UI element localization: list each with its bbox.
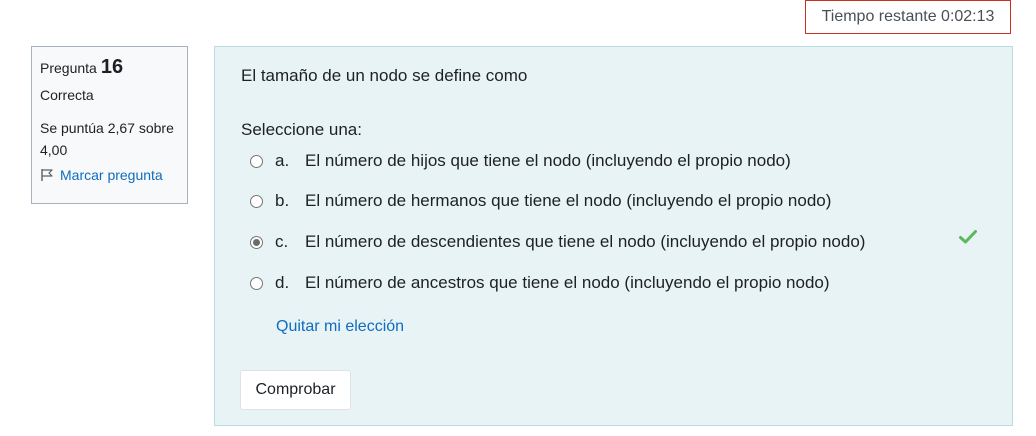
answer-prompt: Seleccione una: xyxy=(241,120,362,139)
flag-question-link[interactable]: Marcar pregunta xyxy=(40,167,179,183)
radio-button[interactable] xyxy=(250,276,263,290)
radio-button[interactable] xyxy=(250,154,263,168)
answer-letter: b. xyxy=(275,191,290,210)
radio-button[interactable] xyxy=(250,194,263,208)
answer-option-d[interactable]: d. El número de ancestros que tiene el n… xyxy=(250,273,830,293)
question-info-panel: Pregunta 16 Correcta Se puntúa 2,67 sobr… xyxy=(31,46,188,204)
answer-letter: d. xyxy=(275,273,290,292)
question-text: El tamaño de un nodo se define como xyxy=(241,66,528,85)
answer-option-c[interactable]: c. El número de descendientes que tiene … xyxy=(250,232,865,252)
answer-text: El número de hijos que tiene el nodo (in… xyxy=(305,151,791,170)
answer-text: El número de descendientes que tiene el … xyxy=(305,232,866,251)
answer-text: El número de hermanos que tiene el nodo … xyxy=(305,191,832,210)
answer-letter: c. xyxy=(275,232,289,251)
checkmark-icon xyxy=(959,230,977,249)
question-content: El tamaño de un nodo se define como Sele… xyxy=(214,46,1013,426)
quiz-page: Tiempo restante 0:02:13 Pregunta 16 Corr… xyxy=(0,0,1036,436)
question-number: 16 xyxy=(100,56,124,78)
check-button[interactable]: Comprobar xyxy=(240,370,351,410)
radio-button-selected[interactable] xyxy=(250,235,263,249)
time-remaining: Tiempo restante 0:02:13 xyxy=(805,0,1011,34)
clear-choice-link[interactable]: Quitar mi elección xyxy=(276,318,404,336)
flag-icon xyxy=(40,168,54,182)
question-state: Correcta xyxy=(40,87,94,103)
question-grade: Se puntúa 2,67 sobre 4,00 xyxy=(40,120,174,158)
answer-text: El número de ancestros que tiene el nodo… xyxy=(305,273,830,292)
answer-option-a[interactable]: a. El número de hijos que tiene el nodo … xyxy=(250,151,791,171)
question-number-row: Pregunta 16 xyxy=(40,56,179,79)
answer-letter: a. xyxy=(275,151,290,170)
answer-option-b[interactable]: b. El número de hermanos que tiene el no… xyxy=(250,191,831,211)
flag-question-label: Marcar pregunta xyxy=(60,167,163,183)
question-label: Pregunta xyxy=(40,60,97,76)
